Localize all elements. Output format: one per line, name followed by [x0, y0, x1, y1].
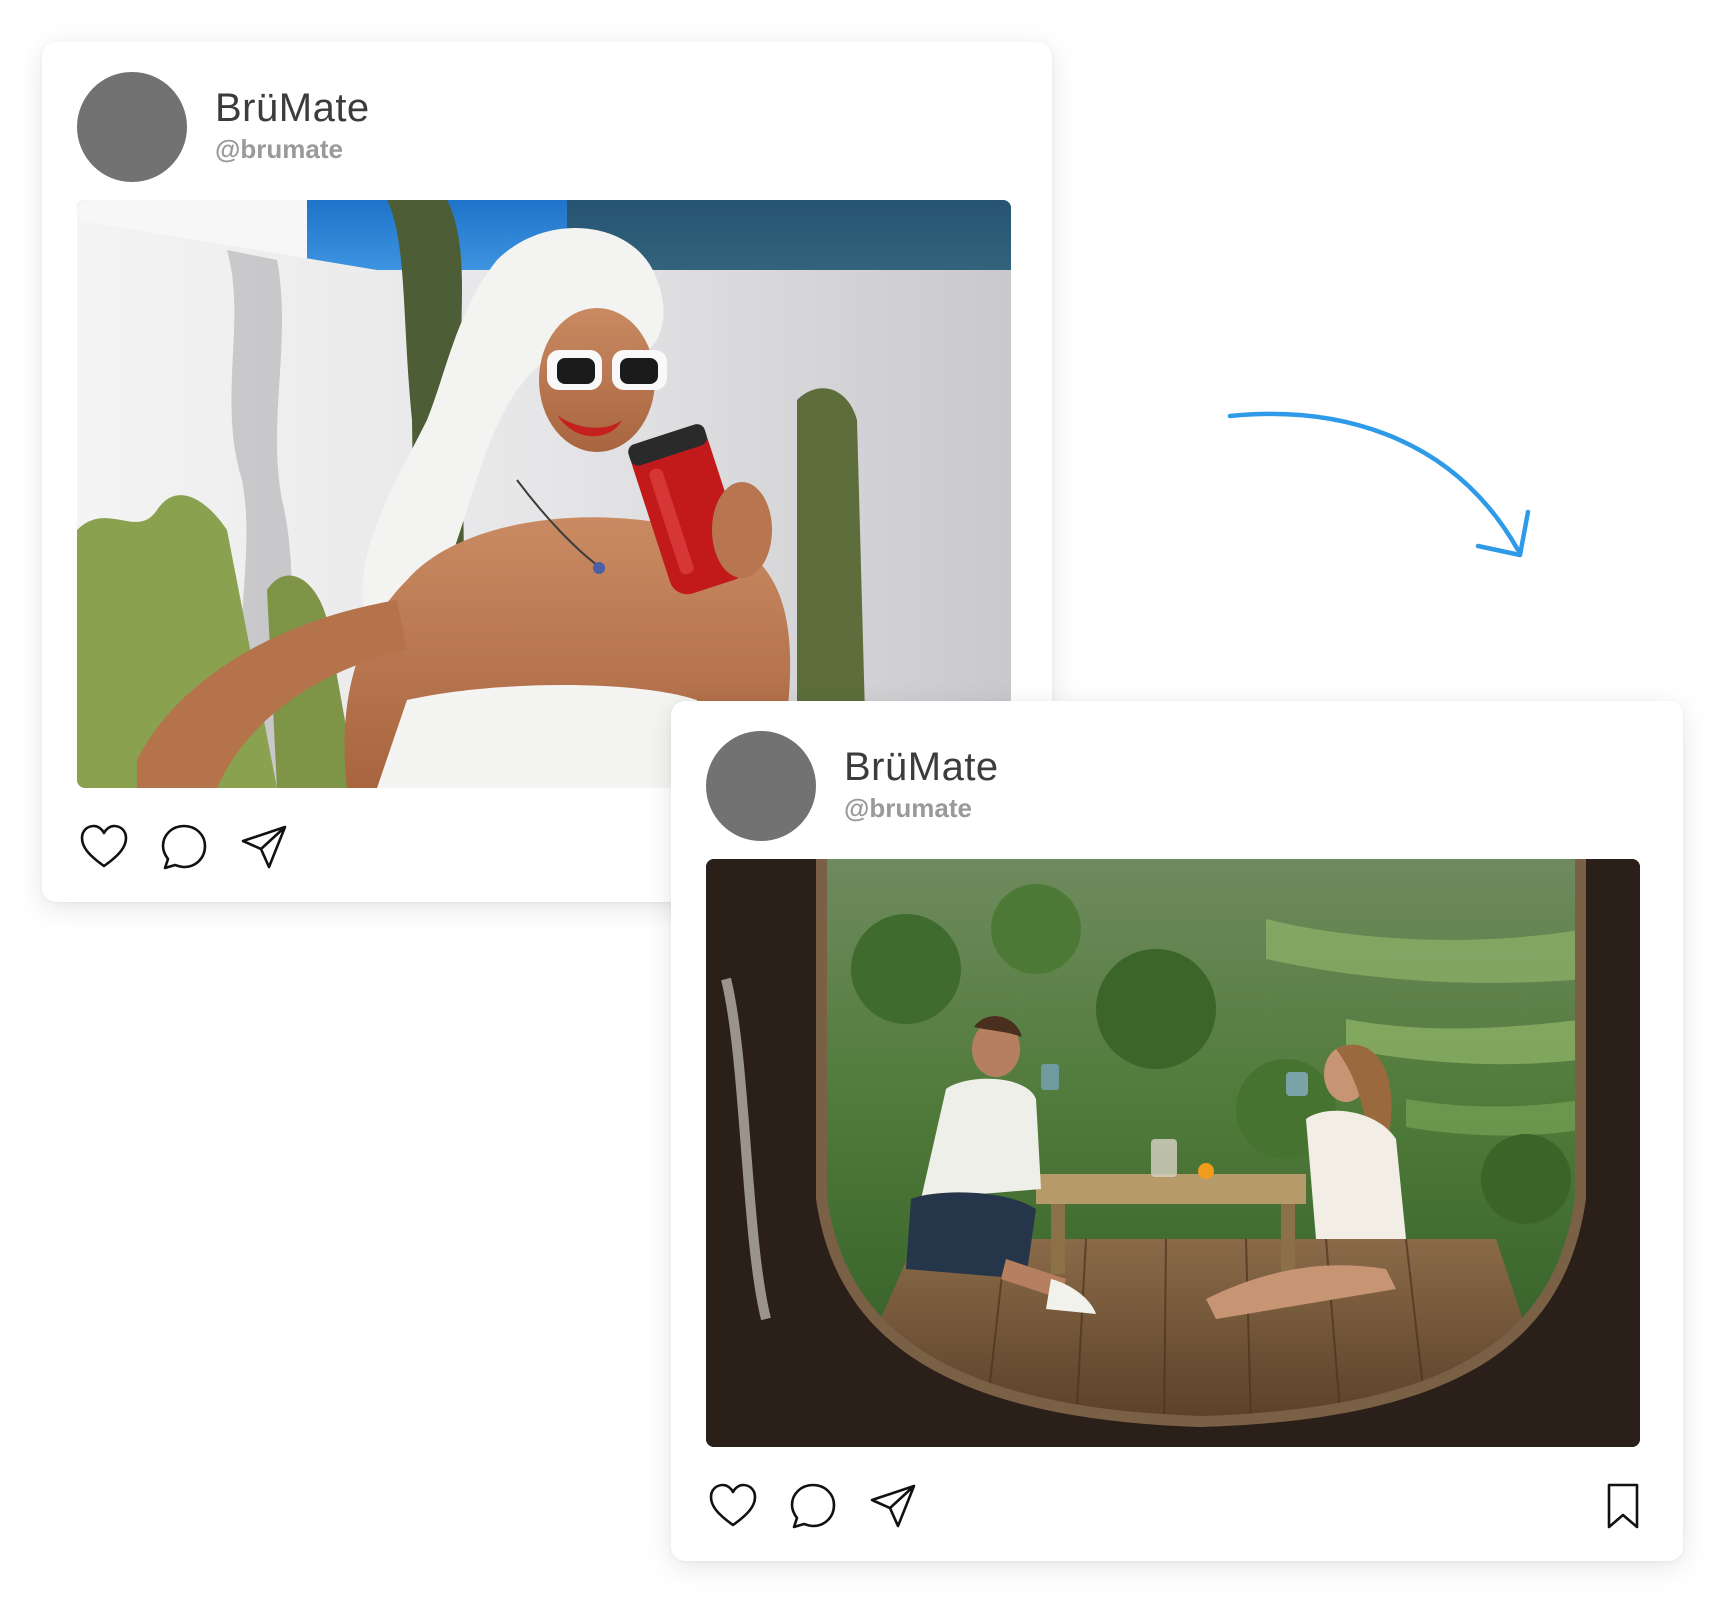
send-icon[interactable]: [237, 820, 291, 874]
repost-illustration: BrüMate @brumate BrüMate @brumate: [0, 0, 1724, 1604]
avatar[interactable]: [77, 72, 187, 182]
photo-couple-jungle-terrace: [706, 859, 1640, 1447]
post-photo[interactable]: [706, 859, 1640, 1447]
comment-icon[interactable]: [786, 1479, 840, 1533]
account-name[interactable]: BrüMate: [215, 86, 370, 131]
post-photo[interactable]: [77, 200, 1011, 788]
post-card-repost: BrüMate @brumate: [671, 701, 1683, 1561]
avatar[interactable]: [706, 731, 816, 841]
account-handle[interactable]: @brumate: [844, 793, 972, 824]
photo-woman-towel-red-tumbler: [77, 200, 1011, 788]
comment-icon[interactable]: [157, 820, 211, 874]
heart-icon[interactable]: [706, 1479, 760, 1533]
account-handle[interactable]: @brumate: [215, 134, 343, 165]
post-actions: [706, 1479, 1646, 1535]
send-icon[interactable]: [866, 1479, 920, 1533]
heart-icon[interactable]: [77, 820, 131, 874]
bookmark-icon[interactable]: [1601, 1479, 1645, 1533]
account-name[interactable]: BrüMate: [844, 745, 999, 790]
arrow-icon: [1227, 411, 1531, 558]
